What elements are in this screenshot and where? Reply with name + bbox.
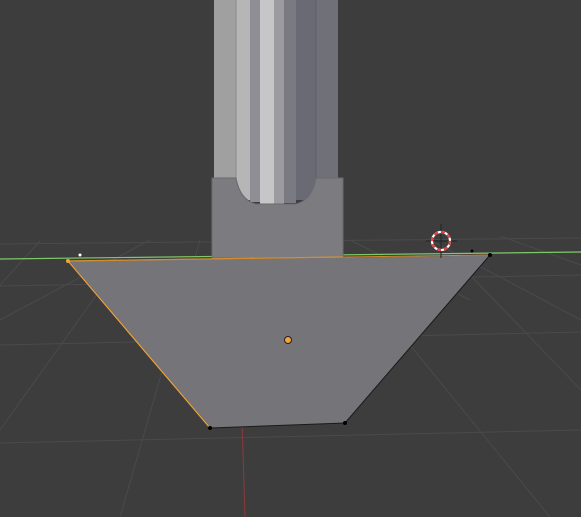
- z-axis: [241, 419, 246, 517]
- column-shaft[interactable]: [214, 0, 338, 205]
- 3d-viewport[interactable]: [0, 0, 581, 517]
- 3d-cursor-icon[interactable]: [426, 224, 457, 258]
- tapered-base[interactable]: [66, 249, 492, 431]
- viewport-canvas[interactable]: [0, 0, 581, 517]
- object-origin-dot: [284, 336, 292, 344]
